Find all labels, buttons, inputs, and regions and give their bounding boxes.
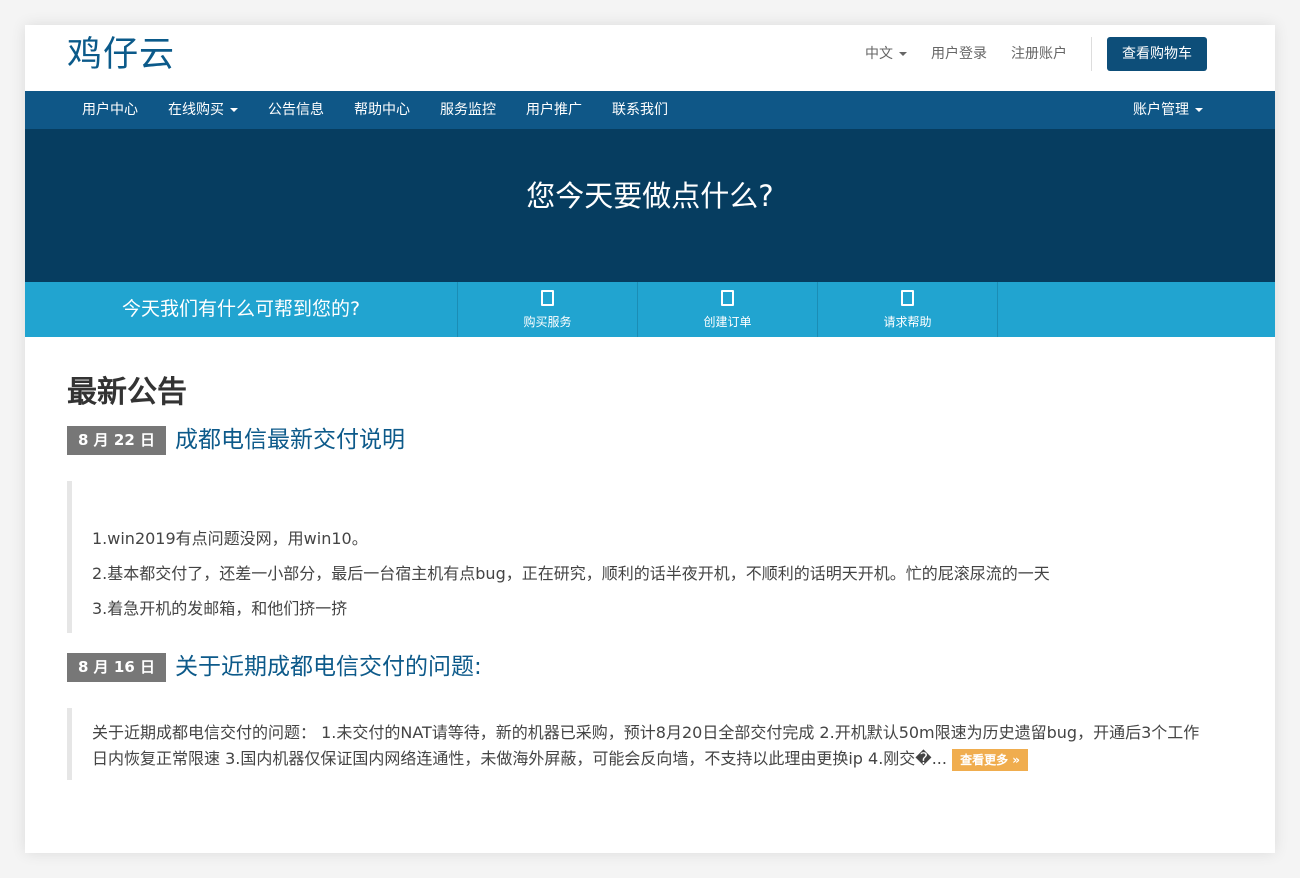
- caret-down-icon: [1195, 108, 1203, 112]
- announcement-excerpt-text: 关于近期成都电信交付的问题： 1.未交付的NAT请等待，新的机器已采购，预计8月…: [92, 723, 1200, 768]
- nav-item-affiliate[interactable]: 用户推广: [511, 91, 597, 129]
- site-logo[interactable]: 鸡仔云: [67, 33, 175, 77]
- announcement-header: 8 月 22 日 成都电信最新交付说明: [67, 426, 1233, 455]
- help-action-label: 购买服务: [523, 315, 572, 329]
- create-order-action[interactable]: 创建订单: [638, 282, 818, 337]
- login-link[interactable]: 用户登录: [931, 37, 987, 71]
- announcement-title-link[interactable]: 成都电信最新交付说明: [175, 426, 405, 455]
- document-icon: [541, 290, 554, 306]
- account-menu-label: 账户管理: [1133, 102, 1189, 118]
- nav-item-help-center[interactable]: 帮助中心: [339, 91, 425, 129]
- account-menu[interactable]: 账户管理: [1133, 91, 1203, 129]
- hero-banner: 您今天要做点什么?: [25, 129, 1275, 282]
- request-help-action[interactable]: 请求帮助: [818, 282, 998, 337]
- read-more-button[interactable]: 查看更多 »: [952, 748, 1029, 771]
- announcement-header: 8 月 16 日 关于近期成都电信交付的问题:: [67, 653, 1233, 682]
- document-icon: [721, 290, 734, 306]
- nav-item-label: 在线购买: [168, 102, 224, 118]
- nav-item-buy-online[interactable]: 在线购买: [153, 91, 253, 129]
- header: 鸡仔云 中文 用户登录 注册账户 查看购物车: [25, 25, 1275, 91]
- language-label: 中文: [865, 46, 893, 62]
- announcement-body: 1.win2019有点问题没网，用win10。 2.基本都交付了，还差一小部分，…: [67, 481, 1233, 633]
- caret-down-icon: [899, 52, 907, 56]
- nav-item-service-monitor[interactable]: 服务监控: [425, 91, 511, 129]
- hero-title: 您今天要做点什么?: [526, 179, 774, 213]
- caret-down-icon: [230, 108, 238, 112]
- help-action-label: 请求帮助: [883, 315, 932, 329]
- announcement-line: 2.基本都交付了，还差一小部分，最后一台宿主机有点bug，正在研究，顺利的话半夜…: [92, 564, 1050, 583]
- date-badge: 8 月 16 日: [67, 653, 166, 682]
- help-bar: 今天我们有什么可帮到您的? 购买服务 创建订单 请求帮助: [25, 282, 1275, 337]
- announcement-excerpt: 关于近期成都电信交付的问题： 1.未交付的NAT请等待，新的机器已采购，预计8月…: [67, 708, 1233, 780]
- main-navbar: 用户中心 在线购买 公告信息 帮助中心 服务监控 用户推广 联系我们 账户管理: [25, 91, 1275, 129]
- header-divider: [1091, 37, 1092, 71]
- language-dropdown[interactable]: 中文: [865, 37, 907, 71]
- nav-item-announcements[interactable]: 公告信息: [253, 91, 339, 129]
- announcement-title-link[interactable]: 关于近期成都电信交付的问题:: [175, 653, 482, 682]
- document-icon: [901, 290, 914, 306]
- nav-item-user-center[interactable]: 用户中心: [67, 91, 153, 129]
- announcement-line: 1.win2019有点问题没网，用win10。: [92, 529, 368, 548]
- buy-service-action[interactable]: 购买服务: [458, 282, 638, 337]
- help-bar-text: 今天我们有什么可帮到您的?: [25, 282, 458, 337]
- register-link[interactable]: 注册账户: [1011, 37, 1067, 71]
- top-links: 中文 用户登录 注册账户 查看购物车: [865, 37, 1207, 71]
- section-title: 最新公告: [67, 375, 187, 410]
- page-container: 鸡仔云 中文 用户登录 注册账户 查看购物车 用户中心 在线购买 公告信息 帮助…: [25, 25, 1275, 853]
- date-badge: 8 月 22 日: [67, 426, 166, 455]
- view-cart-button[interactable]: 查看购物车: [1107, 37, 1207, 71]
- nav-item-contact[interactable]: 联系我们: [597, 91, 683, 129]
- main-content: 最新公告 8 月 22 日 成都电信最新交付说明 1.win2019有点问题没网…: [25, 375, 1275, 780]
- help-action-label: 创建订单: [703, 315, 752, 329]
- announcement-line: 3.着急开机的发邮箱，和他们挤一挤: [92, 599, 348, 618]
